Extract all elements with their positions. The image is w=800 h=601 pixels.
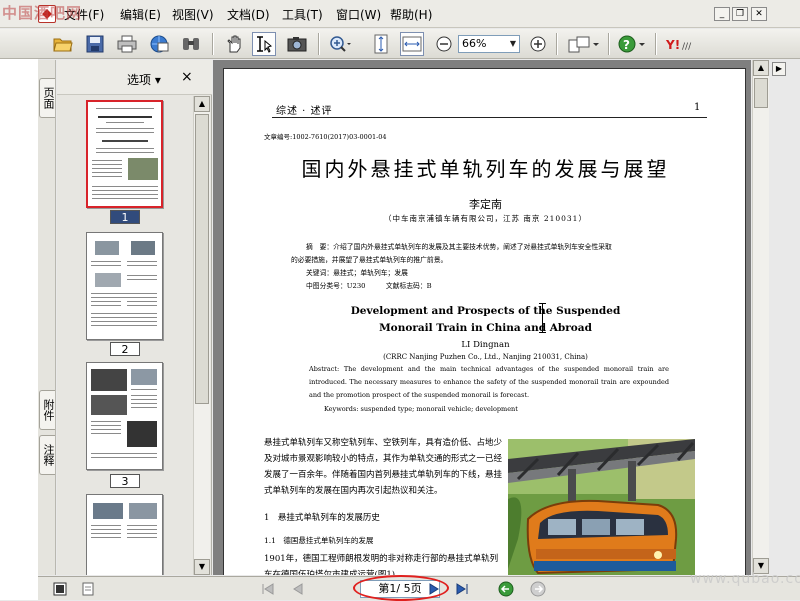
thumbnail-page-2[interactable]: [86, 232, 163, 340]
scroll-down-arrow-icon[interactable]: ▼: [194, 559, 210, 575]
go-forward-icon[interactable]: [530, 581, 546, 597]
last-page-icon[interactable]: [454, 581, 470, 597]
acrobat-app-icon: [38, 5, 56, 23]
menu-help[interactable]: 帮助(H): [388, 6, 434, 24]
close-icon[interactable]: ×: [181, 69, 193, 85]
menu-file[interactable]: 文件(F): [62, 6, 106, 24]
restore-button[interactable]: ❐: [732, 7, 748, 21]
running-header: 综述 · 述评: [276, 106, 333, 117]
fit-page-icon[interactable]: [369, 32, 393, 56]
expand-panel-arrow-icon[interactable]: ▶: [772, 62, 786, 76]
monorail-photo: [508, 439, 695, 575]
body-paragraph-1: 悬挂式单轨列车又称空轨列车、空铁列车，具有造价低、占地少及对城市景观影响较小的特…: [264, 438, 503, 496]
keywords-cn: 关键词：悬挂式；单轨列车；发展: [306, 269, 408, 277]
thumbnail-label-1[interactable]: 1: [110, 210, 140, 224]
fit-width-icon[interactable]: [400, 32, 424, 56]
article-title-en-line-2: Monorail Train in China and Abroad: [379, 322, 592, 334]
help-icon[interactable]: ?: [616, 32, 650, 56]
svg-text:?: ?: [623, 38, 630, 52]
chevron-down-icon[interactable]: ▼: [507, 36, 519, 52]
save-icon[interactable]: [83, 32, 107, 56]
section-heading-1-1: 1.1 德国悬挂式单轨列车的发展: [264, 536, 374, 545]
thumbnail-scroll-handle[interactable]: [195, 114, 209, 404]
print-icon[interactable]: [115, 32, 139, 56]
zoom-level-value: 66%: [462, 37, 487, 50]
toolbar: 66% ▼ ? Y!///: [0, 29, 800, 59]
first-page-icon[interactable]: [260, 581, 276, 597]
page-layout-single-icon[interactable]: [52, 581, 68, 597]
open-icon[interactable]: [51, 32, 75, 56]
document-scrollbar[interactable]: ▲ ▼: [752, 60, 769, 575]
section-heading-1: 1 悬挂式单轨列车的发展历史: [264, 513, 380, 523]
left-margin: [0, 29, 38, 600]
next-page-icon[interactable]: [426, 581, 442, 597]
email-icon[interactable]: [147, 32, 171, 56]
navigation-tab-strip: 页面 附件 注释: [38, 60, 56, 575]
zoom-plus-icon[interactable]: [526, 32, 550, 56]
tab-pages[interactable]: 页面: [39, 78, 55, 118]
zoom-level-input[interactable]: 66% ▼: [458, 35, 520, 53]
hand-icon[interactable]: [222, 32, 246, 56]
select-text-icon[interactable]: [252, 32, 276, 56]
minimize-button[interactable]: _: [714, 7, 730, 21]
affiliation-en: (CRRC Nanjing Puzhen Co., Ltd., Nanjing …: [383, 353, 588, 361]
thumbnail-label-3[interactable]: 3: [110, 474, 140, 488]
article-id: 文章编号:1002-7610(2017)03-0001-04: [264, 133, 387, 141]
right-margin: ▶: [770, 60, 800, 575]
svg-text:///: ///: [682, 42, 692, 52]
article-title-cn: 国内外悬挂式单轨列车的发展与展望: [301, 157, 670, 181]
doc-scroll-down-arrow-icon[interactable]: ▼: [753, 558, 769, 574]
thumbnail-page-1[interactable]: [86, 100, 163, 208]
thumbnail-list: 1 2 3: [57, 96, 193, 575]
page-number: 1: [694, 102, 701, 113]
previous-page-icon[interactable]: [290, 581, 306, 597]
svg-text:Y!: Y!: [665, 38, 680, 52]
menu-bar: 文件(F) 编辑(E) 视图(V) 文档(D) 工具(T) 窗口(W) 帮助(H…: [0, 0, 800, 28]
snapshot-icon[interactable]: [285, 32, 309, 56]
search-icon[interactable]: [179, 32, 203, 56]
document-view[interactable]: 综述 · 述评 1 文章编号:1002-7610(2017)03-0001-04…: [213, 60, 751, 575]
doc-scroll-up-arrow-icon[interactable]: ▲: [753, 60, 769, 76]
go-back-icon[interactable]: [498, 581, 514, 597]
page-layout-continuous-icon[interactable]: [80, 581, 96, 597]
article-title-en-line-1: Development and Prospects of the Suspend…: [350, 305, 621, 317]
status-bar: 第1/ 5页: [38, 575, 800, 601]
thumbnail-page-3[interactable]: [86, 362, 163, 470]
tab-attachments[interactable]: 附件: [39, 390, 55, 430]
affiliation-cn: （中车南京浦镇车辆有限公司，江苏 南京 210031）: [384, 214, 587, 223]
thumbnail-scrollbar[interactable]: ▲ ▼: [193, 96, 210, 575]
abstract-cn-line-1: 摘 要：介绍了国内外悬挂式单轨列车的发展及其主要技术优势，阐述了对悬挂式单轨列车…: [306, 243, 612, 251]
thumbnail-label-2[interactable]: 2: [110, 342, 140, 356]
thumbnail-page-4[interactable]: [86, 494, 163, 575]
panel-header: 选项 ▾ ×: [57, 60, 212, 95]
classification-cn: 中图分类号：U230 文献标志码：B: [306, 282, 432, 290]
menu-edit[interactable]: 编辑(E): [118, 6, 163, 24]
abstract-en: Abstract: The development and the main t…: [309, 365, 669, 399]
close-window-button[interactable]: ✕: [751, 7, 767, 21]
thumbnail-panel: 选项 ▾ × 1 2 3 ▲ ▼: [57, 60, 212, 575]
author-en: LI Dingnan: [461, 340, 510, 350]
zoom-out-minus-icon[interactable]: [432, 32, 456, 56]
keywords-en: Keywords: suspended type; monorail vehic…: [324, 405, 518, 413]
header-rule: [272, 117, 707, 118]
menu-window[interactable]: 窗口(W): [334, 6, 383, 24]
yahoo-icon[interactable]: Y!///: [664, 32, 704, 56]
menu-tools[interactable]: 工具(T): [280, 6, 325, 24]
tab-comments[interactable]: 注释: [39, 435, 55, 475]
author-cn: 李定南: [469, 198, 502, 211]
body-paragraph-2: 1901年，德国工程师朗根发明的非对称走行部的悬挂式单轨列车在德国伍珀塔尔市建成…: [264, 554, 499, 575]
menu-view[interactable]: 视图(V): [170, 6, 216, 24]
abstract-cn-line-2: 的必要措施，并展望了悬挂式单轨列车的推广前景。: [291, 256, 448, 264]
zoom-in-icon[interactable]: [328, 32, 352, 56]
scroll-up-arrow-icon[interactable]: ▲: [194, 96, 210, 112]
rotate-icon[interactable]: [566, 32, 602, 56]
document-scroll-handle[interactable]: [754, 78, 768, 108]
pdf-page: 综述 · 述评 1 文章编号:1002-7610(2017)03-0001-04…: [223, 68, 746, 575]
options-button[interactable]: 选项 ▾: [127, 71, 161, 88]
menu-document[interactable]: 文档(D): [225, 6, 272, 24]
